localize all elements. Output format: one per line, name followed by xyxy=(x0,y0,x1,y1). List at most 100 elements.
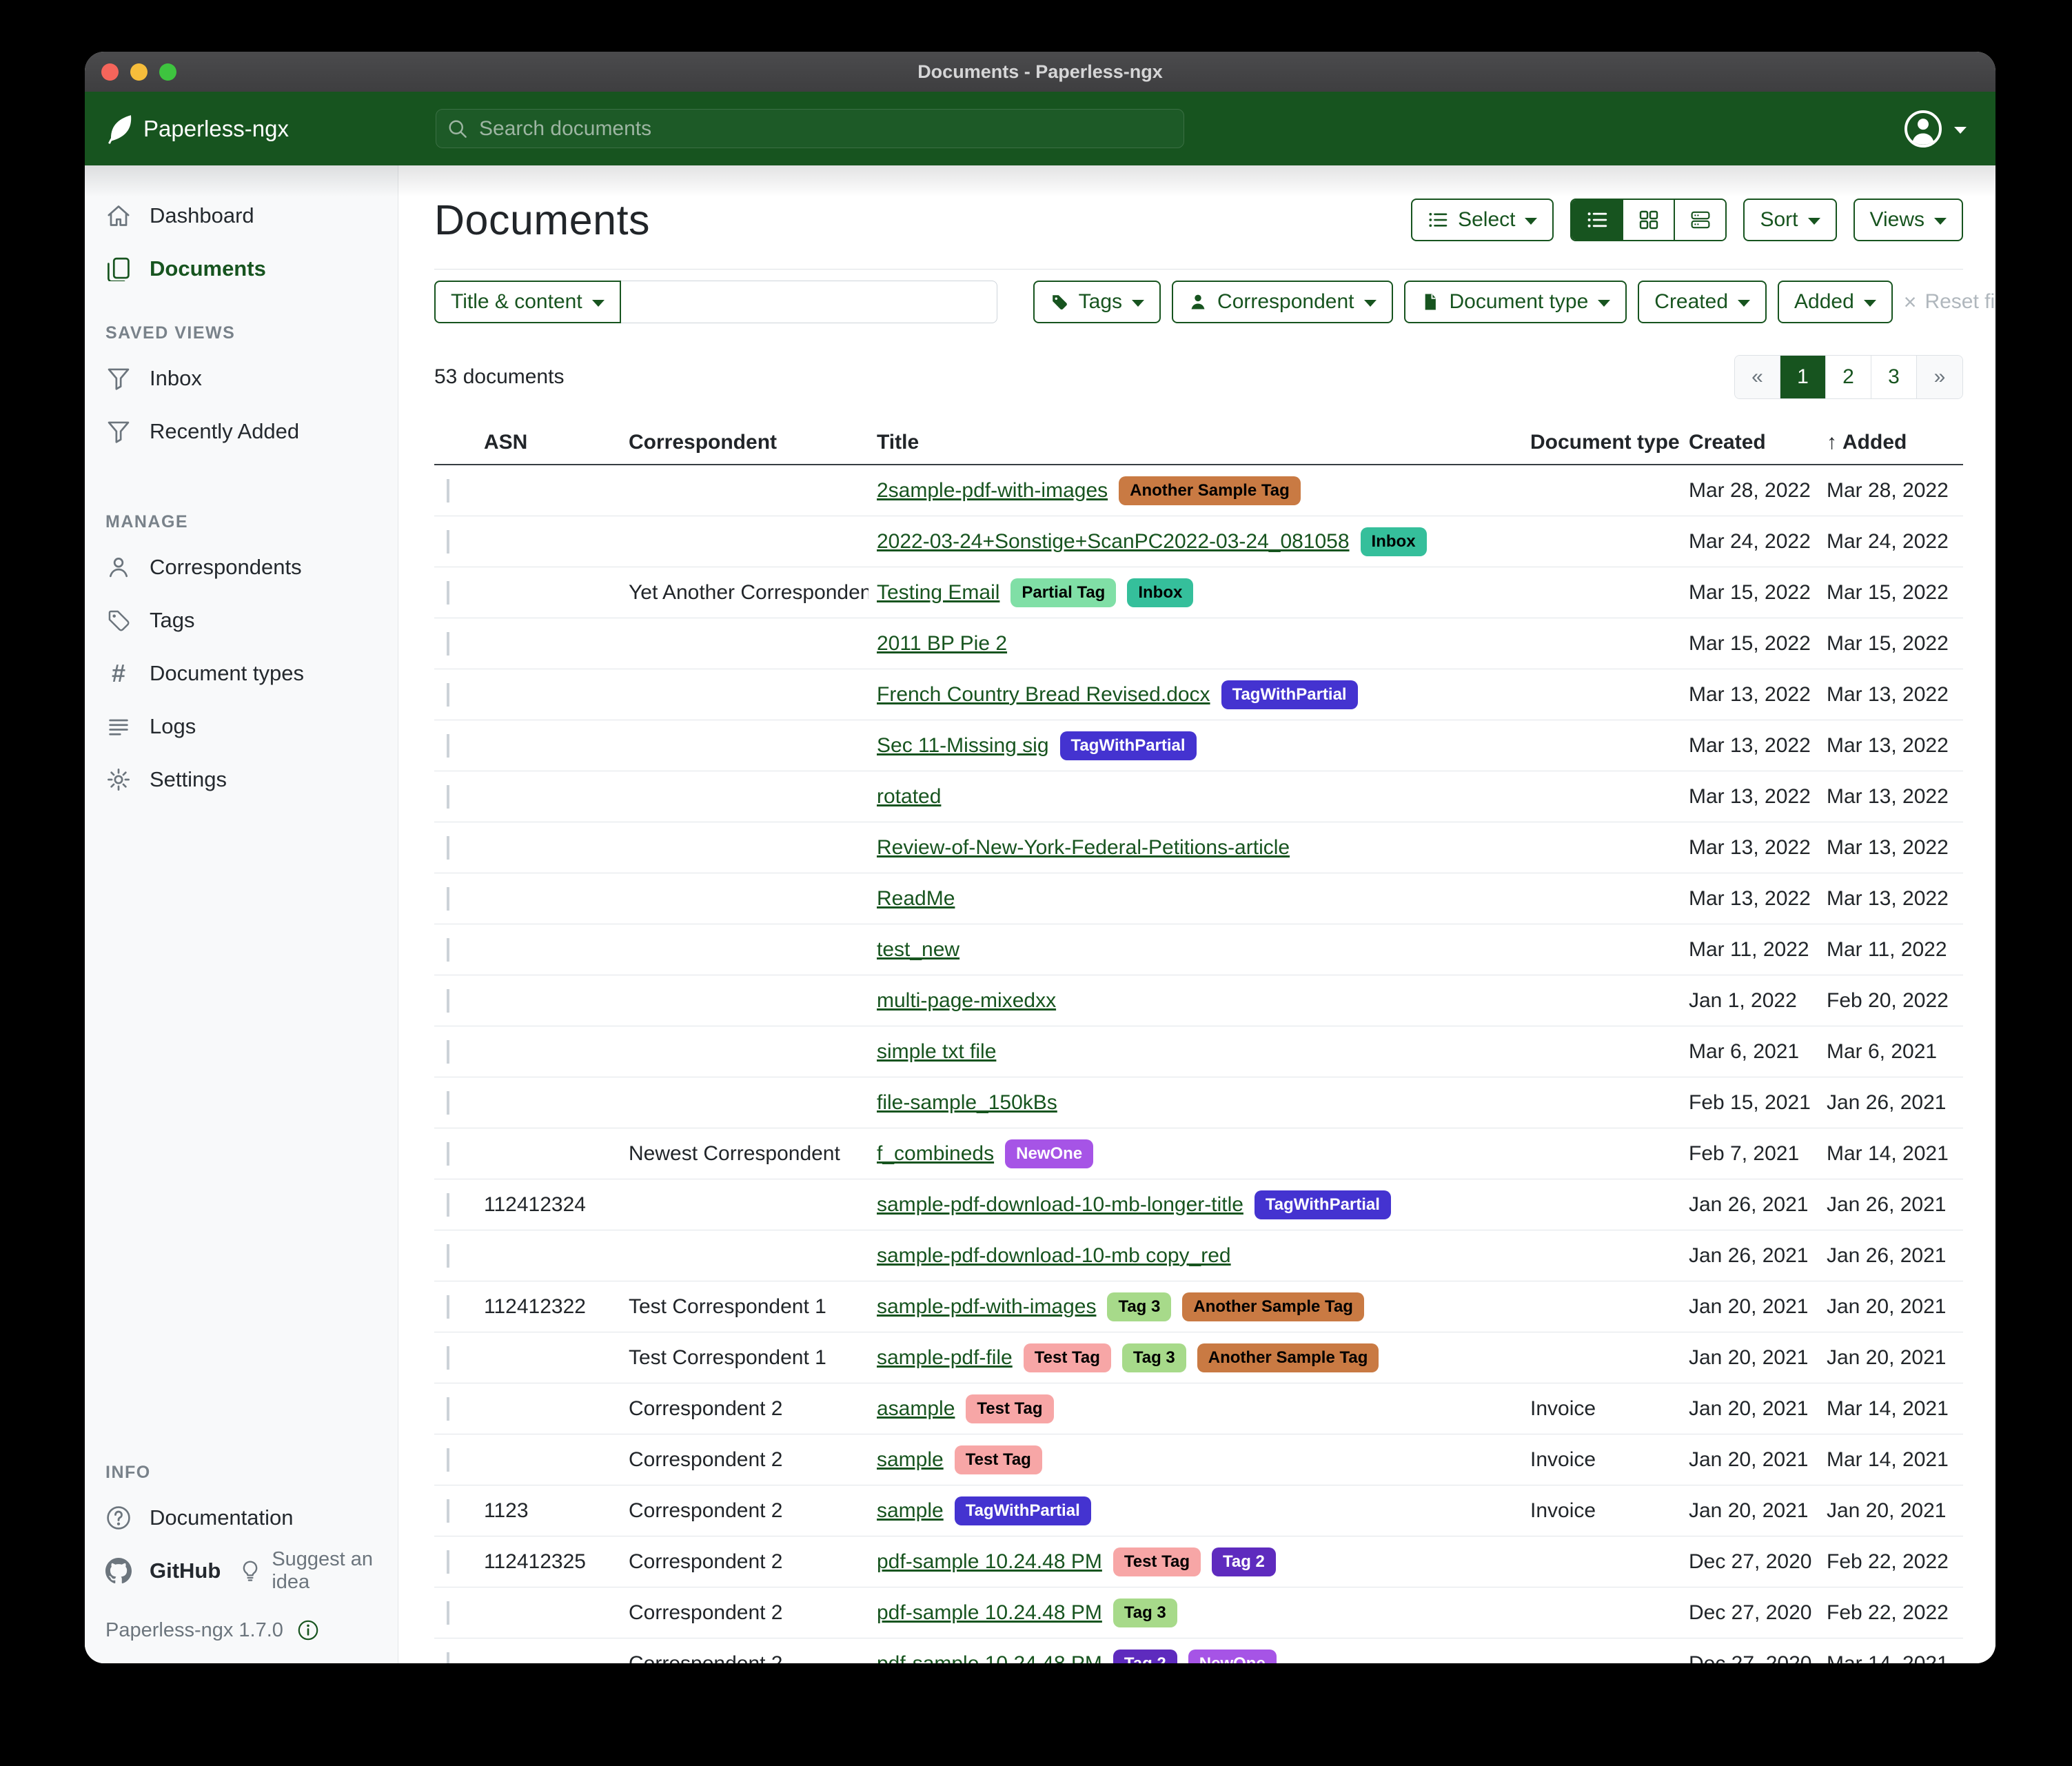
document-title-link[interactable]: pdf-sample 10.24.48 PM xyxy=(877,1550,1102,1574)
document-title-link[interactable]: 2011 BP Pie 2 xyxy=(877,632,1007,656)
tag-badge[interactable]: Partial Tag xyxy=(1010,578,1116,607)
search-input[interactable] xyxy=(478,116,1172,141)
select-button[interactable]: Select xyxy=(1411,199,1554,241)
row-checkbox[interactable] xyxy=(447,530,449,554)
row-checkbox[interactable] xyxy=(447,836,449,860)
prev-page-button[interactable]: « xyxy=(1735,356,1780,398)
row-checkbox[interactable] xyxy=(447,1397,449,1421)
tag-badge[interactable]: TagWithPartial xyxy=(955,1496,1091,1525)
tag-badge[interactable]: NewOne xyxy=(1005,1139,1093,1168)
tag-badge[interactable]: Tag 3 xyxy=(1113,1598,1177,1627)
document-title-link[interactable]: sample-pdf-with-images xyxy=(877,1295,1096,1319)
sidebar-item-recently-added[interactable]: Recently Added xyxy=(85,405,398,458)
document-title-link[interactable]: 2022-03-24+Sonstige+ScanPC2022-03-24_081… xyxy=(877,530,1350,554)
row-checkbox[interactable] xyxy=(447,1295,449,1319)
document-title-link[interactable]: simple txt file xyxy=(877,1040,996,1064)
tag-badge[interactable]: TagWithPartial xyxy=(1221,680,1358,709)
row-checkbox[interactable] xyxy=(447,683,449,707)
document-title-link[interactable]: pdf-sample 10.24.48 PM xyxy=(877,1652,1102,1664)
tag-badge[interactable]: Another Sample Tag xyxy=(1182,1292,1364,1321)
sidebar-item-suggest-idea[interactable]: Suggest an idea xyxy=(238,1548,398,1594)
row-checkbox[interactable] xyxy=(447,1652,449,1664)
row-checkbox[interactable] xyxy=(447,1193,449,1217)
header-asn[interactable]: ASN xyxy=(476,423,620,464)
sidebar-item-dashboard[interactable]: Dashboard xyxy=(85,189,398,242)
row-checkbox[interactable] xyxy=(447,1091,449,1115)
row-checkbox[interactable] xyxy=(447,785,449,809)
tag-badge[interactable]: Test Tag xyxy=(1024,1343,1111,1372)
document-title-link[interactable]: sample-pdf-file xyxy=(877,1346,1013,1370)
page-button-2[interactable]: 2 xyxy=(1826,356,1871,398)
document-title-link[interactable]: 2sample-pdf-with-images xyxy=(877,479,1108,503)
filter-document-type-button[interactable]: Document type xyxy=(1404,281,1627,323)
document-title-link[interactable]: sample xyxy=(877,1448,944,1472)
list-view-button[interactable] xyxy=(1572,200,1623,240)
tag-badge[interactable]: NewOne xyxy=(1188,1650,1277,1664)
row-checkbox[interactable] xyxy=(447,734,449,758)
minimize-window-button[interactable] xyxy=(130,63,148,81)
tag-badge[interactable]: Inbox xyxy=(1361,527,1427,556)
header-document-type[interactable]: Document type xyxy=(1522,423,1680,464)
document-title-link[interactable]: f_combineds xyxy=(877,1142,994,1166)
row-checkbox[interactable] xyxy=(447,1040,449,1064)
row-checkbox[interactable] xyxy=(447,1142,449,1166)
tag-badge[interactable]: Inbox xyxy=(1127,578,1193,607)
document-title-link[interactable]: sample xyxy=(877,1499,944,1523)
document-title-link[interactable]: sample-pdf-download-10-mb copy_red xyxy=(877,1244,1231,1268)
info-circle-icon[interactable] xyxy=(297,1619,319,1641)
header-correspondent[interactable]: Correspondent xyxy=(620,423,869,464)
document-title-link[interactable]: Testing Email xyxy=(877,581,999,605)
filter-created-button[interactable]: Created xyxy=(1638,281,1767,323)
document-title-link[interactable]: Sec 11-Missing sig xyxy=(877,734,1049,758)
sidebar-item-documents[interactable]: Documents xyxy=(85,242,398,295)
row-checkbox[interactable] xyxy=(447,1499,449,1523)
tag-badge[interactable]: TagWithPartial xyxy=(1255,1190,1391,1219)
sidebar-item-settings[interactable]: Settings xyxy=(85,753,398,806)
tag-badge[interactable]: Test Tag xyxy=(966,1394,1053,1423)
views-button[interactable]: Views xyxy=(1853,199,1963,241)
tag-badge[interactable]: Test Tag xyxy=(955,1445,1042,1474)
document-title-link[interactable]: pdf-sample 10.24.48 PM xyxy=(877,1601,1102,1625)
next-page-button[interactable]: » xyxy=(1917,356,1962,398)
sort-button[interactable]: Sort xyxy=(1743,199,1836,241)
row-checkbox[interactable] xyxy=(447,887,449,911)
row-checkbox[interactable] xyxy=(447,989,449,1013)
reset-filters-button[interactable]: × Reset filters xyxy=(1904,290,1995,314)
sidebar-item-github[interactable]: GitHub xyxy=(85,1544,221,1597)
sidebar-item-correspondents[interactable]: Correspondents xyxy=(85,540,398,593)
document-title-link[interactable]: test_new xyxy=(877,938,959,962)
filter-text-input[interactable] xyxy=(621,281,997,323)
sidebar-item-documentation[interactable]: Documentation xyxy=(85,1491,398,1544)
document-title-link[interactable]: rotated xyxy=(877,785,941,809)
row-checkbox[interactable] xyxy=(447,632,449,656)
tag-badge[interactable]: TagWithPartial xyxy=(1060,731,1197,760)
filter-field-button[interactable]: Title & content xyxy=(434,281,621,323)
row-checkbox[interactable] xyxy=(447,581,449,605)
grid-view-button[interactable] xyxy=(1623,200,1675,240)
filter-tags-button[interactable]: Tags xyxy=(1033,281,1161,323)
filter-correspondent-button[interactable]: Correspondent xyxy=(1172,281,1392,323)
tag-badge[interactable]: Another Sample Tag xyxy=(1197,1343,1379,1372)
sidebar-item-inbox[interactable]: Inbox xyxy=(85,352,398,405)
document-title-link[interactable]: ReadMe xyxy=(877,887,955,911)
tag-badge[interactable]: Tag 2 xyxy=(1212,1547,1276,1576)
document-title-link[interactable]: file-sample_150kBs xyxy=(877,1091,1057,1115)
detail-view-button[interactable] xyxy=(1675,200,1725,240)
tag-badge[interactable]: Tag 3 xyxy=(1122,1343,1186,1372)
row-checkbox[interactable] xyxy=(447,1346,449,1370)
row-checkbox[interactable] xyxy=(447,1448,449,1472)
page-button-1[interactable]: 1 xyxy=(1780,356,1826,398)
document-title-link[interactable]: French Country Bread Revised.docx xyxy=(877,683,1210,707)
document-title-link[interactable]: asample xyxy=(877,1397,955,1421)
document-title-link[interactable]: multi-page-mixedxx xyxy=(877,989,1056,1013)
tag-badge[interactable]: Tag 3 xyxy=(1107,1292,1171,1321)
user-menu[interactable] xyxy=(1903,109,1995,149)
row-checkbox[interactable] xyxy=(447,938,449,962)
document-title-link[interactable]: sample-pdf-download-10-mb-longer-title xyxy=(877,1193,1243,1217)
tag-badge[interactable]: Test Tag xyxy=(1113,1547,1201,1576)
zoom-window-button[interactable] xyxy=(159,63,176,81)
page-button-3[interactable]: 3 xyxy=(1871,356,1917,398)
brand[interactable]: Paperless-ngx xyxy=(85,113,398,145)
filter-added-button[interactable]: Added xyxy=(1778,281,1893,323)
tag-badge[interactable]: Tag 2 xyxy=(1113,1650,1177,1664)
